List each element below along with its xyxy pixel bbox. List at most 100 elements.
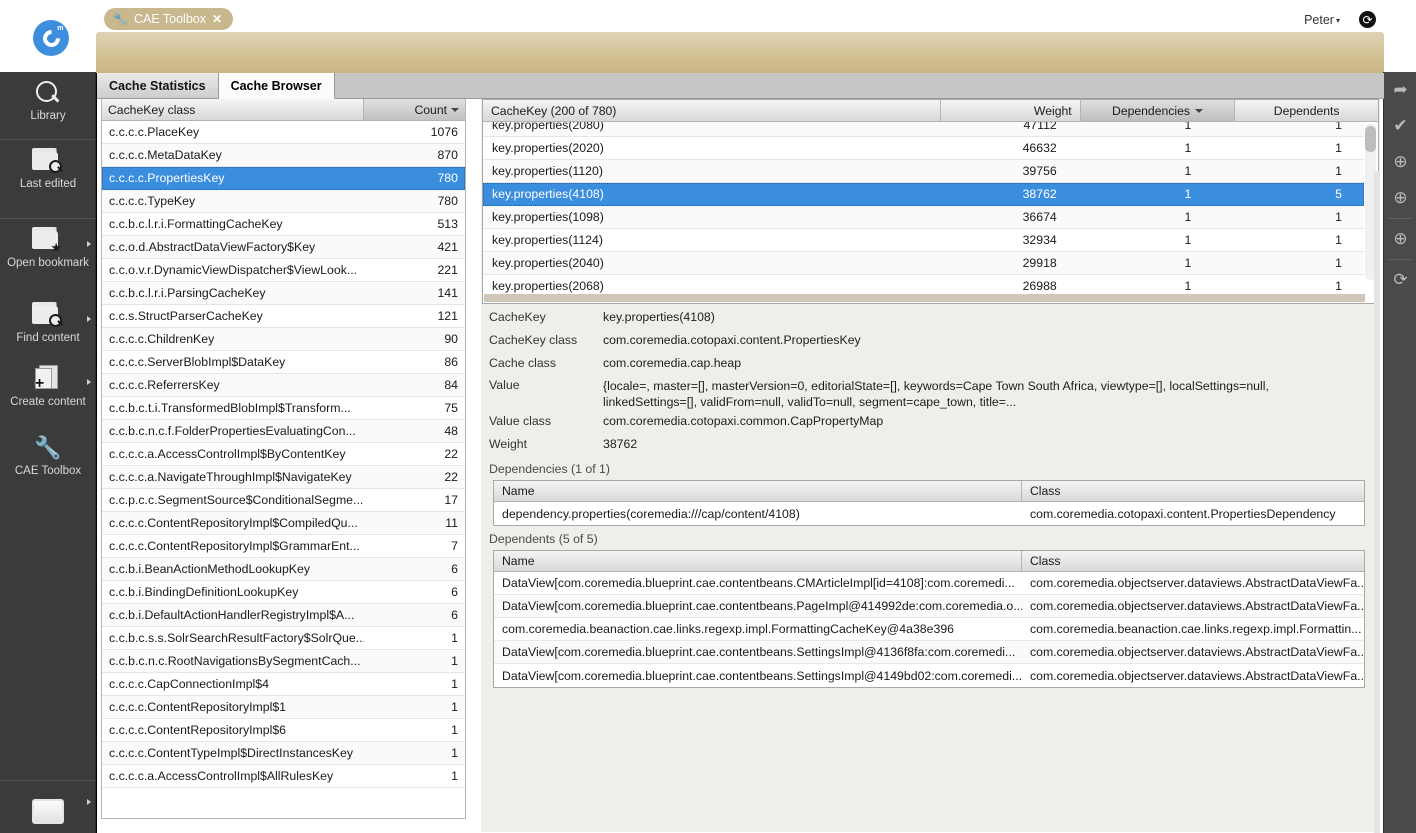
- column-header-class[interactable]: Class: [1022, 481, 1364, 502]
- cell-cachekey-class: c.c.p.c.c.SegmentSource$ConditionalSegme…: [109, 493, 364, 507]
- sidebar-item-find-content[interactable]: Find content: [0, 294, 96, 357]
- table-row[interactable]: c.c.b.c.l.r.i.ParsingCacheKey 141: [102, 282, 465, 305]
- table-row[interactable]: DataView[com.coremedia.blueprint.cae.con…: [494, 664, 1364, 687]
- cell-dependents: 1: [1223, 302, 1364, 303]
- column-header-cachekey-class[interactable]: CacheKey class: [102, 99, 364, 121]
- table-row[interactable]: key.properties(1124) 32934 1 1: [483, 229, 1364, 252]
- table-row[interactable]: c.c.c.c.ContentRepositoryImpl$1 1: [102, 696, 465, 719]
- table-row[interactable]: c.c.c.c.ContentRepositoryImpl$CompiledQu…: [102, 512, 465, 535]
- cell-cachekey: key.properties(1124): [492, 233, 603, 247]
- table-body: key.properties(2080) 47112 1 1 key.propertie…: [483, 122, 1364, 303]
- table-row[interactable]: DataView[com.coremedia.blueprint.cae.con…: [494, 595, 1364, 618]
- table-row[interactable]: c.c.b.i.BeanActionMethodLookupKey 6: [102, 558, 465, 581]
- sidebar-item-window[interactable]: [0, 781, 96, 833]
- sidebar-item-cae-toolbox[interactable]: 🔧 CAE Toolbox: [0, 427, 96, 487]
- table-row[interactable]: c.c.b.i.DefaultActionHandlerRegistryImpl…: [102, 604, 465, 627]
- cell-count: 1: [451, 723, 458, 737]
- panel-vertical-scrollbar[interactable]: [1374, 171, 1380, 833]
- table-row[interactable]: key.properties(1120) 39756 1 1: [483, 160, 1364, 183]
- table-row[interactable]: c.c.c.c.ContentTypeImpl$DirectInstancesK…: [102, 742, 465, 765]
- cell-cachekey-class: c.c.b.c.l.r.i.FormattingCacheKey: [109, 217, 283, 231]
- table-row[interactable]: c.c.b.i.BindingDefinitionLookupKey 6: [102, 581, 465, 604]
- table-row[interactable]: c.c.c.c.MetaDataKey 870: [102, 144, 465, 167]
- table-row[interactable]: c.c.b.c.n.c.f.FolderPropertiesEvaluating…: [102, 420, 465, 443]
- sort-descending-icon: [1194, 108, 1203, 113]
- table-row[interactable]: c.c.c.c.ReferrersKey 84: [102, 374, 465, 397]
- cell-weight: 38762: [1022, 187, 1057, 201]
- table-row[interactable]: c.c.s.StructParserCacheKey 121: [102, 305, 465, 328]
- reload-icon[interactable]: ⟳: [1359, 11, 1376, 28]
- publish-arrow-icon[interactable]: ➦: [1384, 72, 1416, 108]
- table-row[interactable]: key.properties(2080) 47112 1 1: [483, 122, 1364, 137]
- sidebar-item-library[interactable]: Library: [0, 72, 96, 139]
- table-row[interactable]: DataView[com.coremedia.blueprint.cae.con…: [494, 572, 1364, 595]
- tab-cache-browser[interactable]: Cache Browser: [218, 73, 335, 99]
- column-header-weight[interactable]: Weight: [940, 100, 1081, 122]
- cell-cachekey-class: c.c.c.c.ContentRepositoryImpl$1: [109, 700, 287, 714]
- sidebar-item-open-bookmark[interactable]: ★ Open bookmark: [0, 219, 96, 294]
- table-row[interactable]: c.c.c.c.TypeKey 780: [102, 190, 465, 213]
- sidebar-item-last-edited[interactable]: Last edited: [0, 140, 96, 218]
- table-row[interactable]: c.c.c.c.ChildrenKey 90: [102, 328, 465, 351]
- table-body: dependency.properties(coremedia:///cap/c…: [494, 502, 1364, 525]
- column-header-class[interactable]: Class: [1022, 551, 1364, 572]
- table-row[interactable]: c.c.c.c.a.AccessControlImpl$ByContentKey…: [102, 443, 465, 466]
- globe-x-icon[interactable]: ⊕: [1384, 221, 1416, 257]
- cachekey-class-table: CacheKey class Count c.c.c.c.PlaceKey 107…: [101, 99, 466, 819]
- table-row[interactable]: c.c.b.c.n.c.RootNavigationsBySegmentCach…: [102, 650, 465, 673]
- cell-cachekey: key.properties(1120): [492, 164, 603, 178]
- checkmark-icon[interactable]: ✔: [1384, 108, 1416, 144]
- table-row[interactable]: c.c.c.c.ContentRepositoryImpl$6 1: [102, 719, 465, 742]
- cell-count: 1: [451, 700, 458, 714]
- table-row[interactable]: c.c.c.c.PropertiesKey 780: [102, 167, 465, 190]
- table-row[interactable]: dependency.properties(coremedia:///cap/c…: [494, 502, 1364, 525]
- table-row[interactable]: DataView[com.coremedia.blueprint.cae.con…: [494, 641, 1364, 664]
- tab-cache-statistics[interactable]: Cache Statistics: [97, 73, 219, 98]
- application-window: m 🔧 CAE Toolbox ✕ Peter ▾ ⟳ Library Last …: [0, 0, 1416, 833]
- table-row[interactable]: com.coremedia.beanaction.cae.links.regex…: [494, 618, 1364, 641]
- sidebar-item-create-content[interactable]: + Create content: [0, 357, 96, 427]
- dependents-section-title: Dependents (5 of 5): [489, 532, 598, 546]
- table-row[interactable]: c.c.o.v.r.DynamicViewDispatcher$ViewLook…: [102, 259, 465, 282]
- table-row[interactable]: c.c.c.c.a.AccessControlImpl$AllRulesKey 1: [102, 765, 465, 788]
- table-row[interactable]: c.c.b.c.t.i.TransformedBlobImpl$Transfor…: [102, 397, 465, 420]
- cae-toolbox-tab-pill[interactable]: 🔧 CAE Toolbox ✕: [104, 8, 234, 30]
- detail-row-value: Value {locale=, master=[], masterVersion…: [481, 375, 1380, 410]
- cell-class: com.coremedia.objectserver.dataviews.Abs…: [1030, 576, 1364, 590]
- column-header-dependents[interactable]: Dependents: [1235, 100, 1378, 122]
- table-row[interactable]: c.c.b.c.l.r.i.FormattingCacheKey 513: [102, 213, 465, 236]
- table-row[interactable]: key.properties(1098) 36674 1 1: [483, 206, 1364, 229]
- column-header-dependencies[interactable]: Dependencies: [1080, 100, 1236, 122]
- table-row[interactable]: c.c.c.c.a.NavigateThroughImpl$NavigateKe…: [102, 466, 465, 489]
- cell-weight: 36674: [1022, 210, 1057, 224]
- globe-icon[interactable]: ⊕: [1384, 144, 1416, 180]
- refresh-cycle-icon[interactable]: ⟳: [1384, 262, 1416, 298]
- table-row[interactable]: c.c.c.c.ServerBlobImpl$DataKey 86: [102, 351, 465, 374]
- cell-cachekey-class: c.c.b.c.s.s.SolrSearchResultFactory$Solr…: [109, 631, 364, 645]
- user-menu[interactable]: Peter ▾: [1304, 13, 1340, 27]
- table-row[interactable]: c.c.p.c.c.SegmentSource$ConditionalSegme…: [102, 489, 465, 512]
- column-header-name[interactable]: Name: [494, 481, 1022, 502]
- table-row[interactable]: key.properties(4108) 38762 1 5: [483, 183, 1364, 206]
- table-row[interactable]: c.c.o.d.AbstractDataViewFactory$Key 421: [102, 236, 465, 259]
- column-header-count[interactable]: Count: [363, 99, 465, 121]
- globe-check-icon[interactable]: ⊕: [1384, 180, 1416, 216]
- cell-name: DataView[com.coremedia.blueprint.cae.con…: [502, 576, 1015, 590]
- table-row[interactable]: key.properties(2020) 46632 1 1: [483, 137, 1364, 160]
- cell-dependencies: 1: [1184, 233, 1192, 247]
- table-header-row: Name Class: [494, 551, 1364, 572]
- vertical-scrollbar-thumb[interactable]: [1365, 126, 1376, 152]
- close-icon[interactable]: ✕: [212, 13, 222, 25]
- table-row[interactable]: c.c.b.c.s.s.SolrSearchResultFactory$Solr…: [102, 627, 465, 650]
- cell-dependencies: 1: [1184, 279, 1192, 293]
- column-header-cachekey[interactable]: CacheKey (200 of 780): [483, 100, 941, 122]
- table-row[interactable]: c.c.c.c.ContentRepositoryImpl$GrammarEnt…: [102, 535, 465, 558]
- table-row[interactable]: c.c.c.c.CapConnectionImpl$4 1: [102, 673, 465, 696]
- cell-cachekey-class: c.c.c.c.ReferrersKey: [109, 378, 220, 392]
- table-row[interactable]: key.properties(2040) 29918 1 1: [483, 252, 1364, 275]
- cell-weight: 26988: [1022, 279, 1057, 293]
- column-header-name[interactable]: Name: [494, 551, 1022, 572]
- table-row[interactable]: c.c.c.c.PlaceKey 1076: [102, 121, 465, 144]
- cell-cachekey-class: c.c.c.c.a.AccessControlImpl$ByContentKey: [109, 447, 346, 461]
- horizontal-scrollbar[interactable]: [484, 294, 1365, 302]
